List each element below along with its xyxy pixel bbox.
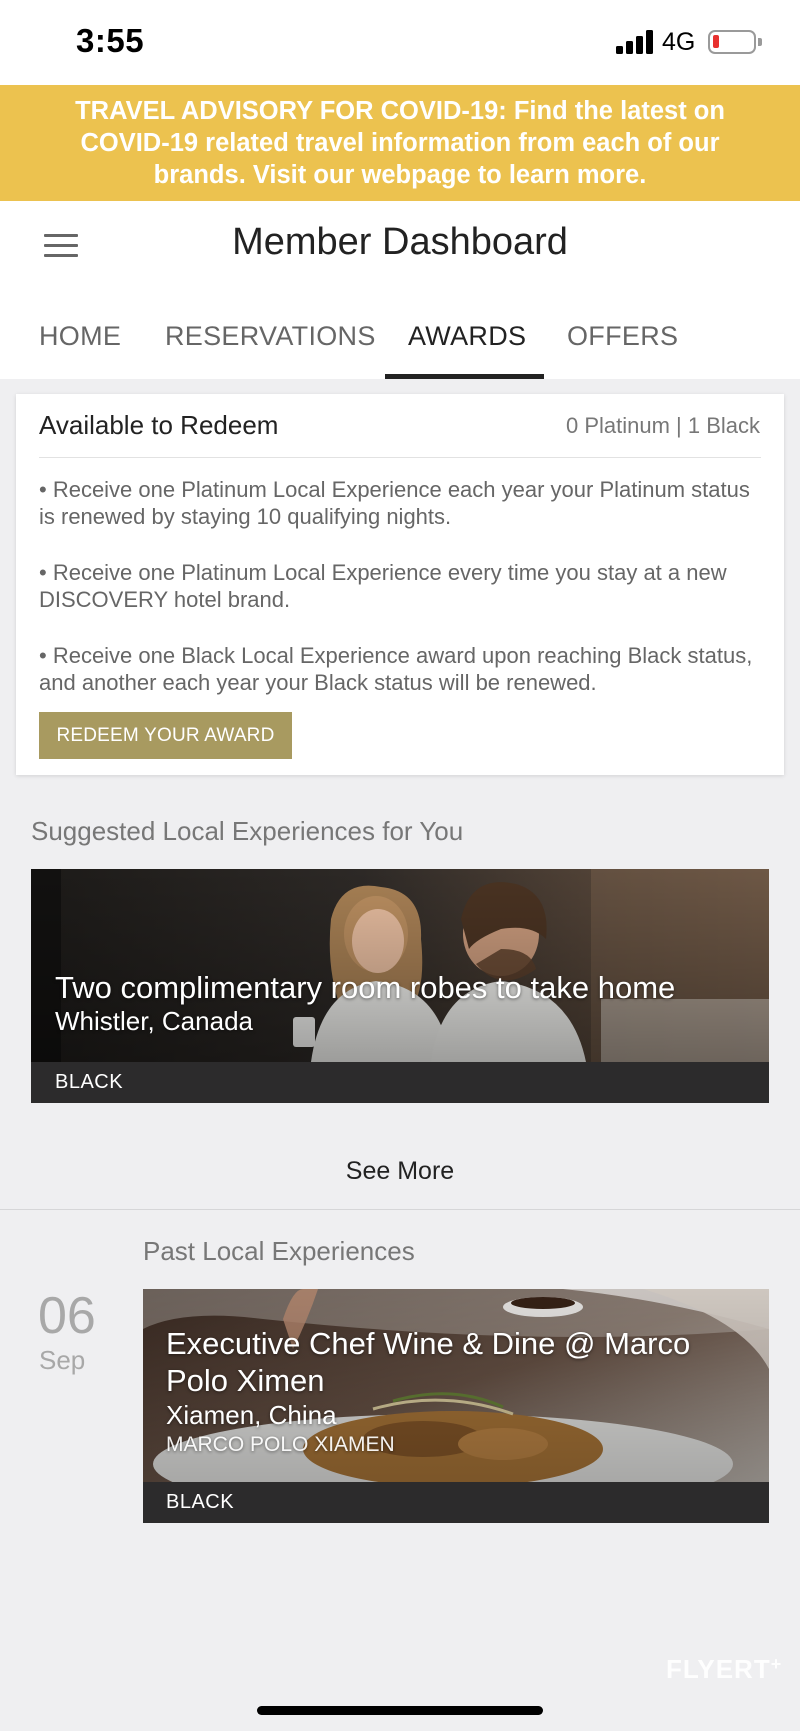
experience-date-day: 06 <box>38 1287 96 1345</box>
award-rule-bullet: • Receive one Black Local Experience awa… <box>39 643 753 695</box>
advisory-text: TRAVEL ADVISORY FOR COVID-19: Find the l… <box>75 97 725 189</box>
status-bar: 3:55 4G <box>0 0 800 85</box>
battery-icon <box>708 30 762 54</box>
active-tab-indicator <box>385 374 544 379</box>
divider <box>39 457 761 458</box>
cellular-signal-icon <box>616 30 654 54</box>
status-time: 3:55 <box>76 22 145 59</box>
experience-hotel: MARCO POLO XIAMEN <box>166 1433 395 1456</box>
experience-title: Executive Chef Wine & Dine @ Marco Polo … <box>166 1326 691 1398</box>
home-indicator[interactable] <box>257 1706 543 1715</box>
tab-awards[interactable]: AWARDS <box>408 309 526 379</box>
network-type: 4G <box>662 28 696 56</box>
see-more-link[interactable]: See More <box>0 1157 800 1186</box>
page-title: Member Dashboard <box>232 221 568 263</box>
available-to-redeem-card: Available to Redeem 0 Platinum | 1 Black… <box>16 394 784 775</box>
suggested-heading: Suggested Local Experiences for You <box>31 816 464 846</box>
tab-offers[interactable]: OFFERS <box>567 309 678 379</box>
tab-reservations[interactable]: RESERVATIONS <box>165 309 376 379</box>
experience-title: Two complimentary room robes to take hom… <box>55 970 676 1005</box>
redeem-counts: 0 Platinum | 1 Black <box>565 413 760 438</box>
section-divider <box>0 1209 800 1210</box>
experience-location: Whistler, Canada <box>55 1006 253 1036</box>
experience-date-month: Sep <box>39 1345 86 1375</box>
tab-home[interactable]: HOME <box>39 309 121 379</box>
award-rule-bullet: • Receive one Platinum Local Experience … <box>39 560 727 612</box>
tab-bar: HOME RESERVATIONS AWARDS OFFERS <box>0 309 800 379</box>
app-header: Member Dashboard HOME RESERVATIONS AWARD… <box>0 201 800 379</box>
redeem-award-button[interactable]: REDEEM YOUR AWARD <box>39 712 292 759</box>
experience-location: Xiamen, China <box>166 1400 337 1430</box>
past-experience-card[interactable]: Executive Chef Wine & Dine @ Marco Polo … <box>143 1289 769 1523</box>
past-experiences-heading: Past Local Experiences <box>143 1236 415 1266</box>
covid-advisory-banner[interactable]: TRAVEL ADVISORY FOR COVID-19: Find the l… <box>0 85 800 201</box>
award-rule-bullet: • Receive one Platinum Local Experience … <box>39 477 750 529</box>
tier-badge: BLACK <box>55 1071 124 1093</box>
tier-badge: BLACK <box>166 1491 235 1513</box>
watermark-logo: FLYERT+ <box>666 1654 783 1684</box>
suggested-experience-card[interactable]: Two complimentary room robes to take hom… <box>31 869 769 1103</box>
redeem-title: Available to Redeem <box>39 410 279 440</box>
